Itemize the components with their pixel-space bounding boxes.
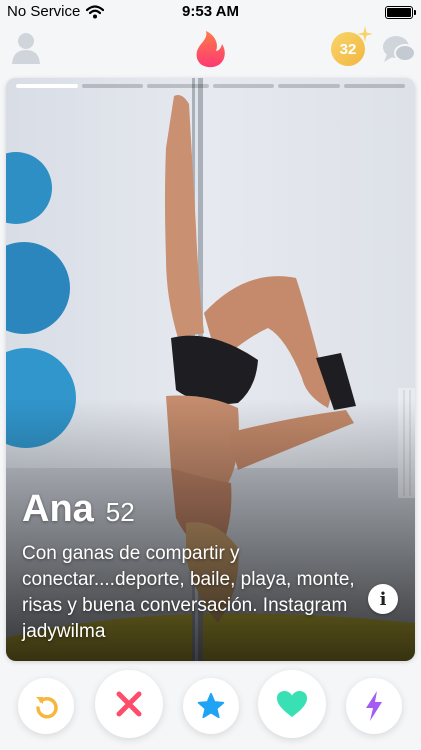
name-row: Ana 52 xyxy=(22,488,399,531)
superlike-button[interactable] xyxy=(183,678,239,734)
nope-button[interactable] xyxy=(95,670,163,738)
photo-progress-segment xyxy=(212,84,274,88)
info-button[interactable]: i xyxy=(368,584,398,614)
profile-name: Ana xyxy=(22,488,94,530)
photo-progress-segment xyxy=(16,84,78,88)
star-icon xyxy=(197,692,225,719)
status-time: 9:53 AM xyxy=(182,3,239,20)
close-icon xyxy=(116,691,142,717)
photo-progress-segment xyxy=(278,84,340,88)
profile-bio: Con ganas de compartir y conectar....dep… xyxy=(22,543,355,642)
rewind-icon xyxy=(36,696,58,719)
profile-age: 52 xyxy=(105,497,135,527)
lightning-icon xyxy=(366,691,382,721)
rewind-button[interactable] xyxy=(18,678,74,734)
top-nav: 32 xyxy=(0,24,421,76)
profile-card[interactable]: Ana 52 Con ganas de compartir y conectar… xyxy=(6,78,415,661)
battery-icon xyxy=(385,6,416,19)
status-bar: No Service 9:53 AM xyxy=(0,0,421,24)
profile-icon[interactable] xyxy=(11,31,41,65)
photo-progress-segment xyxy=(147,84,209,88)
flame-icon[interactable] xyxy=(193,30,227,68)
profile-info: Ana 52 Con ganas de compartir y conectar… xyxy=(22,488,399,645)
photo-progress-segment xyxy=(81,84,143,88)
sparkle-icon xyxy=(357,26,373,42)
photo-progress-segment xyxy=(343,84,405,88)
photo-progress xyxy=(16,84,405,88)
boost-button[interactable] xyxy=(346,678,402,734)
chat-icon[interactable] xyxy=(382,34,416,66)
like-button[interactable] xyxy=(258,670,326,738)
heart-icon xyxy=(277,691,307,717)
